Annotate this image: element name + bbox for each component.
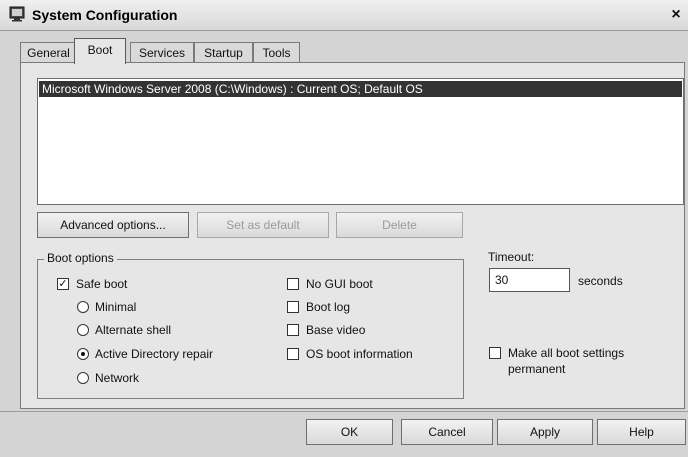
no-gui-boot-label: No GUI boot — [306, 277, 373, 291]
delete-button[interactable]: Delete — [336, 212, 463, 238]
tab-boot[interactable]: Boot — [74, 38, 126, 64]
msconfig-icon — [9, 6, 25, 22]
advanced-options-button[interactable]: Advanced options... — [37, 212, 189, 238]
close-icon[interactable]: × — [668, 6, 684, 24]
active-directory-repair-label: Active Directory repair — [95, 347, 214, 361]
timeout-unit-label: seconds — [578, 274, 623, 288]
no-gui-boot-checkbox[interactable] — [287, 278, 299, 290]
minimal-radio[interactable] — [77, 301, 89, 313]
boot-options-legend: Boot options — [44, 251, 117, 265]
make-permanent-checkbox[interactable] — [489, 347, 501, 359]
ok-button[interactable]: OK — [306, 419, 393, 445]
boot-entry-item[interactable]: Microsoft Windows Server 2008 (C:\Window… — [39, 81, 682, 97]
apply-button[interactable]: Apply — [497, 419, 593, 445]
timeout-label: Timeout: — [488, 250, 535, 264]
divider — [0, 411, 688, 412]
os-boot-information-label: OS boot information — [306, 347, 413, 361]
base-video-checkbox[interactable] — [287, 324, 299, 336]
timeout-input[interactable]: 30 — [489, 268, 570, 292]
tab-startup[interactable]: Startup — [194, 42, 253, 62]
cancel-button[interactable]: Cancel — [401, 419, 493, 445]
active-directory-repair-radio[interactable] — [77, 348, 89, 360]
tab-general[interactable]: General — [20, 42, 77, 62]
safe-boot-label: Safe boot — [76, 277, 128, 291]
window-title: System Configuration — [32, 7, 178, 23]
safe-boot-checkbox[interactable]: ✓ — [57, 278, 69, 290]
radio-selected-dot — [81, 352, 85, 356]
network-radio[interactable] — [77, 372, 89, 384]
tab-services[interactable]: Services — [130, 42, 194, 62]
set-as-default-button[interactable]: Set as default — [197, 212, 329, 238]
boot-entry-list[interactable]: Microsoft Windows Server 2008 (C:\Window… — [37, 78, 684, 205]
alternate-shell-radio[interactable] — [77, 324, 89, 336]
make-permanent-label-line1: Make all boot settings — [508, 346, 625, 360]
minimal-label: Minimal — [95, 300, 137, 314]
os-boot-information-checkbox[interactable] — [287, 348, 299, 360]
boot-log-label: Boot log — [306, 300, 351, 314]
alternate-shell-label: Alternate shell — [95, 323, 172, 337]
make-permanent-label-line2: permanent — [508, 362, 566, 376]
base-video-label: Base video — [306, 323, 366, 337]
tab-tools[interactable]: Tools — [253, 42, 300, 62]
network-label: Network — [95, 371, 140, 385]
boot-log-checkbox[interactable] — [287, 301, 299, 313]
title-bar: System Configuration × — [0, 0, 688, 31]
help-button[interactable]: Help — [597, 419, 686, 445]
